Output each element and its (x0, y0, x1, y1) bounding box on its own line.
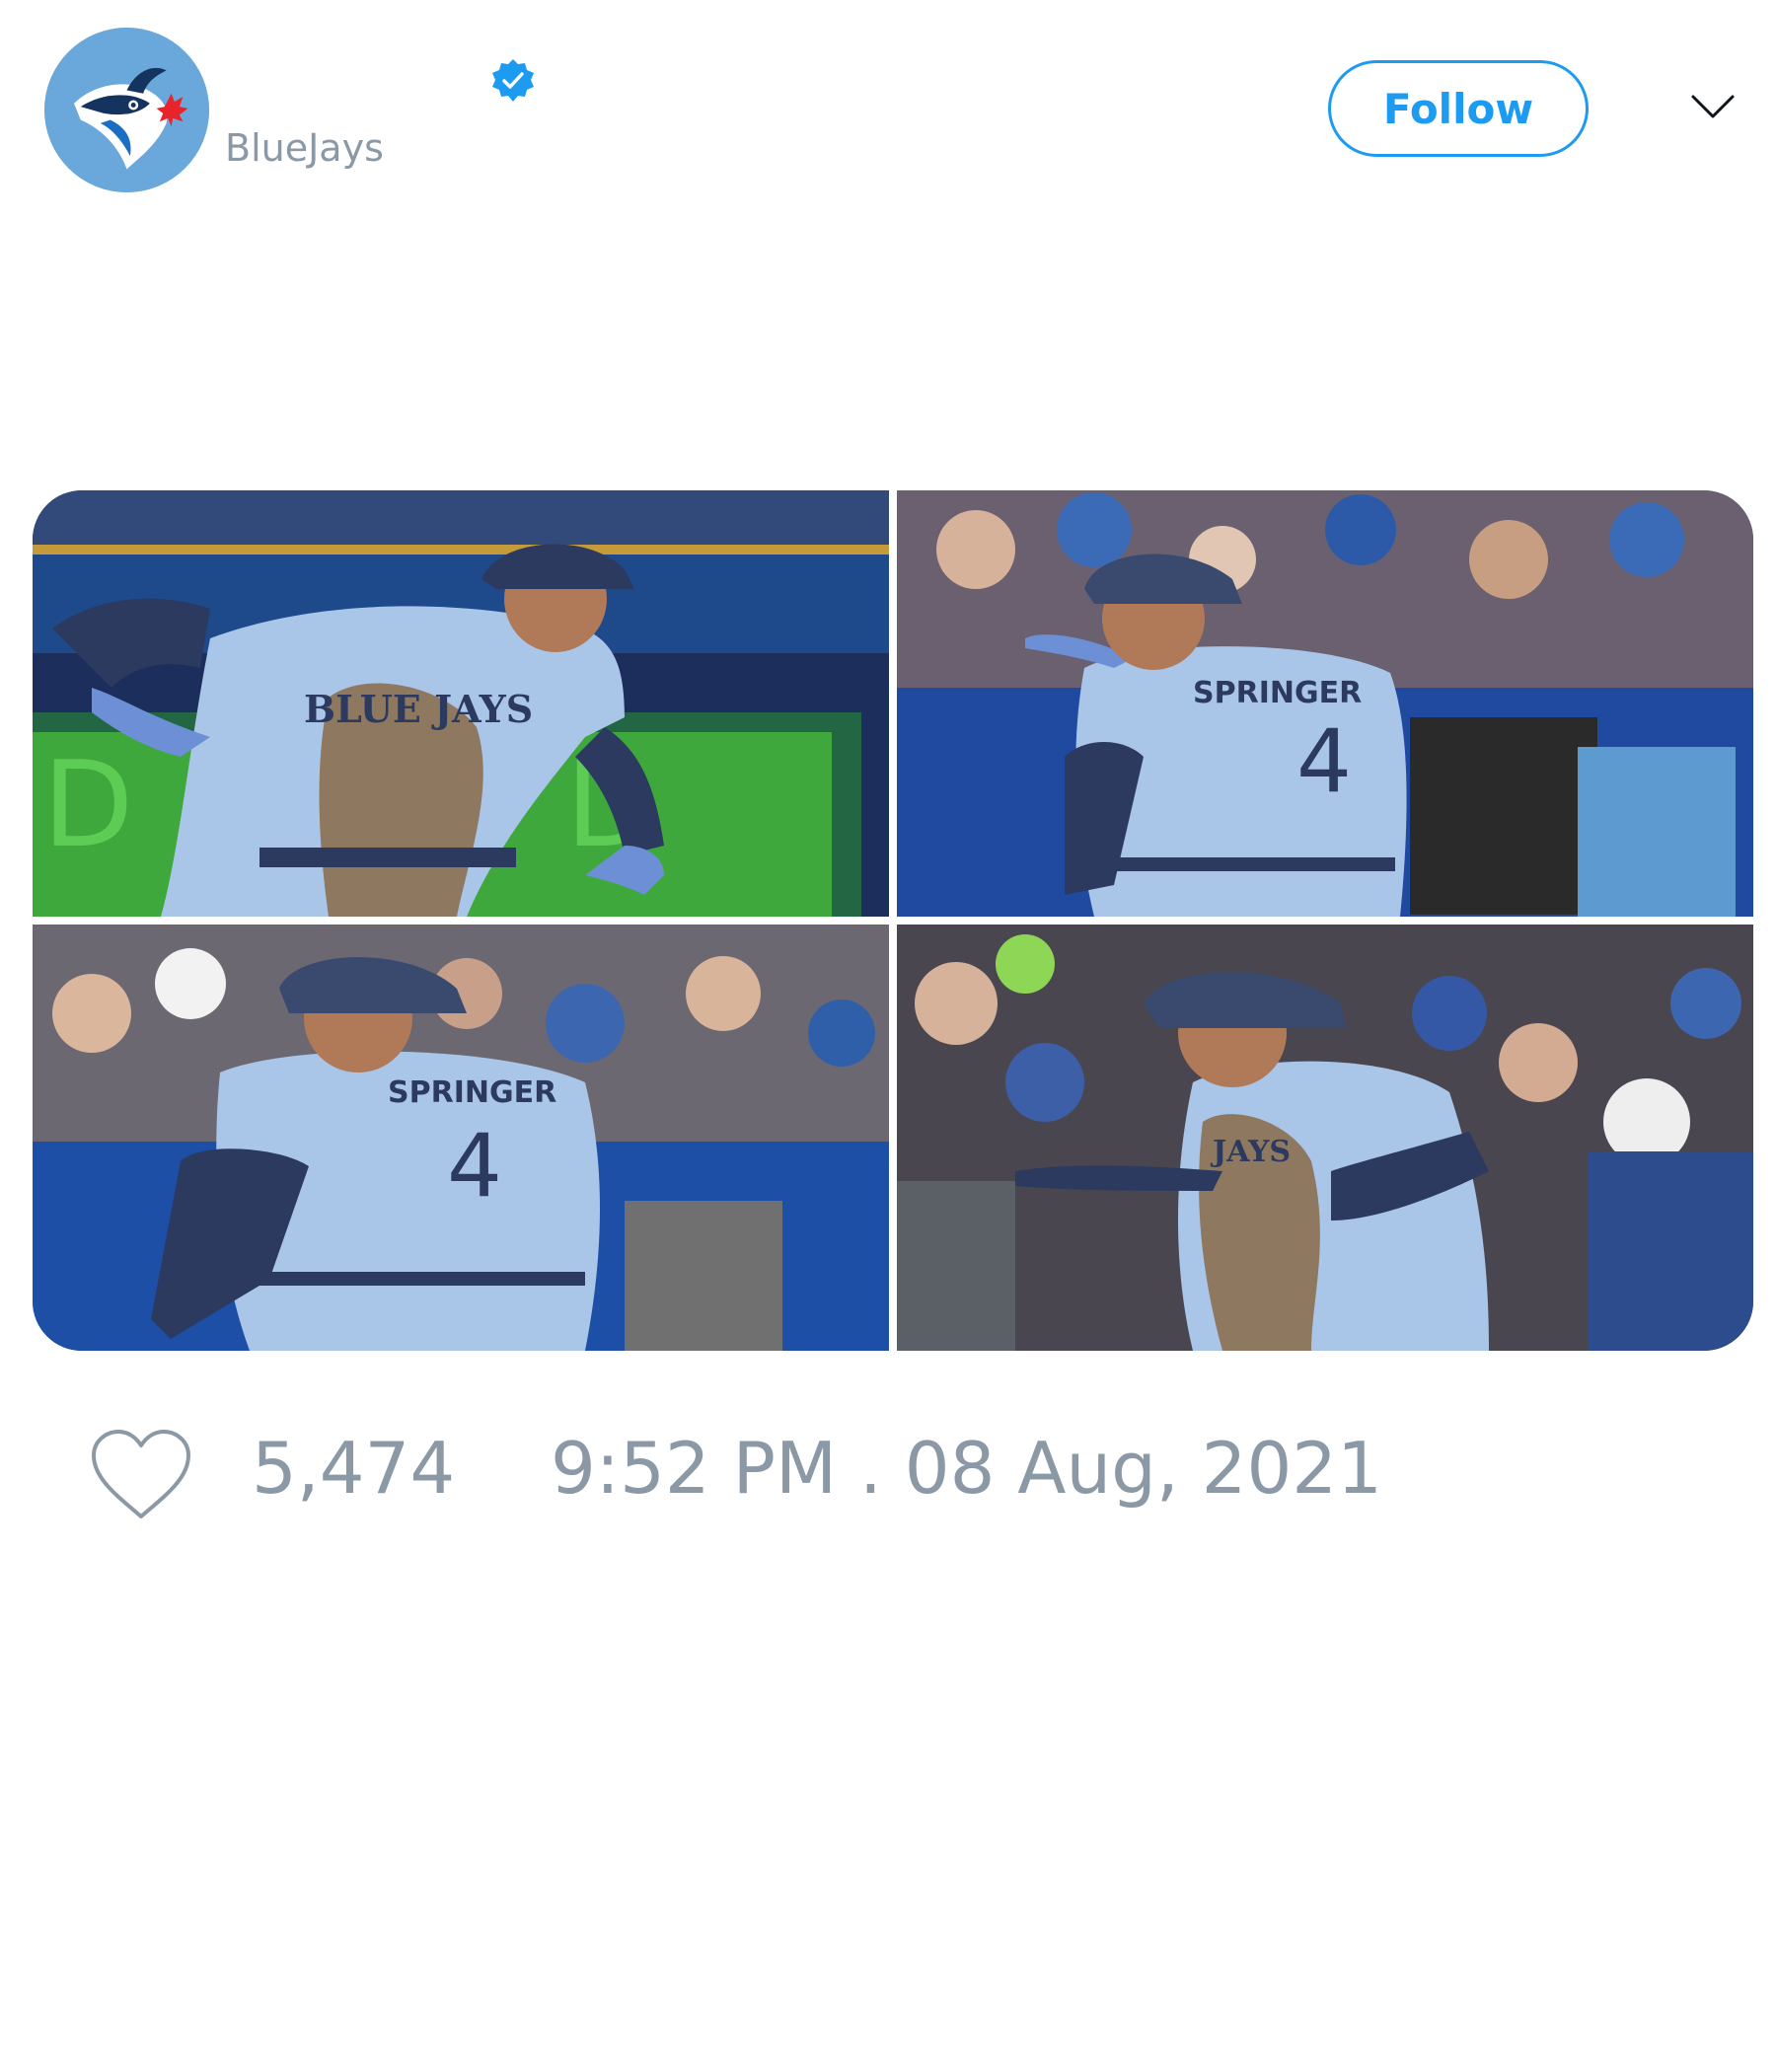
tweet-timestamp[interactable]: 9:52 PM . 08 Aug, 2021 (551, 1433, 1382, 1504)
verified-badge-icon (489, 57, 537, 105)
media-grid: D D BLUE JAYS (33, 490, 1753, 1351)
svg-text:D: D (42, 737, 133, 874)
user-handle[interactable]: BlueJays (225, 126, 384, 170)
follow-button[interactable]: Follow (1328, 60, 1589, 157)
jersey-text: SPRINGER (1193, 676, 1362, 710)
blue-jays-logo-icon (44, 28, 209, 192)
jersey-number: 4 (447, 1115, 502, 1217)
photo-1[interactable]: D D BLUE JAYS (33, 490, 889, 917)
jersey-text: SPRINGER (388, 1075, 556, 1110)
like-count: 5,474 (252, 1427, 456, 1510)
avatar[interactable] (44, 28, 209, 192)
jersey-text: BLUE JAYS (304, 687, 533, 731)
jersey-text: JAYS (1210, 1135, 1291, 1169)
heart-outline-icon[interactable] (89, 1428, 193, 1522)
photo-4[interactable]: JAYS (897, 925, 1753, 1351)
chevron-down-icon[interactable] (1689, 91, 1737, 122)
photo-2[interactable]: SPRINGER 4 (897, 490, 1753, 917)
photo-3[interactable]: SPRINGER 4 (33, 925, 889, 1351)
jersey-number: 4 (1296, 710, 1352, 812)
